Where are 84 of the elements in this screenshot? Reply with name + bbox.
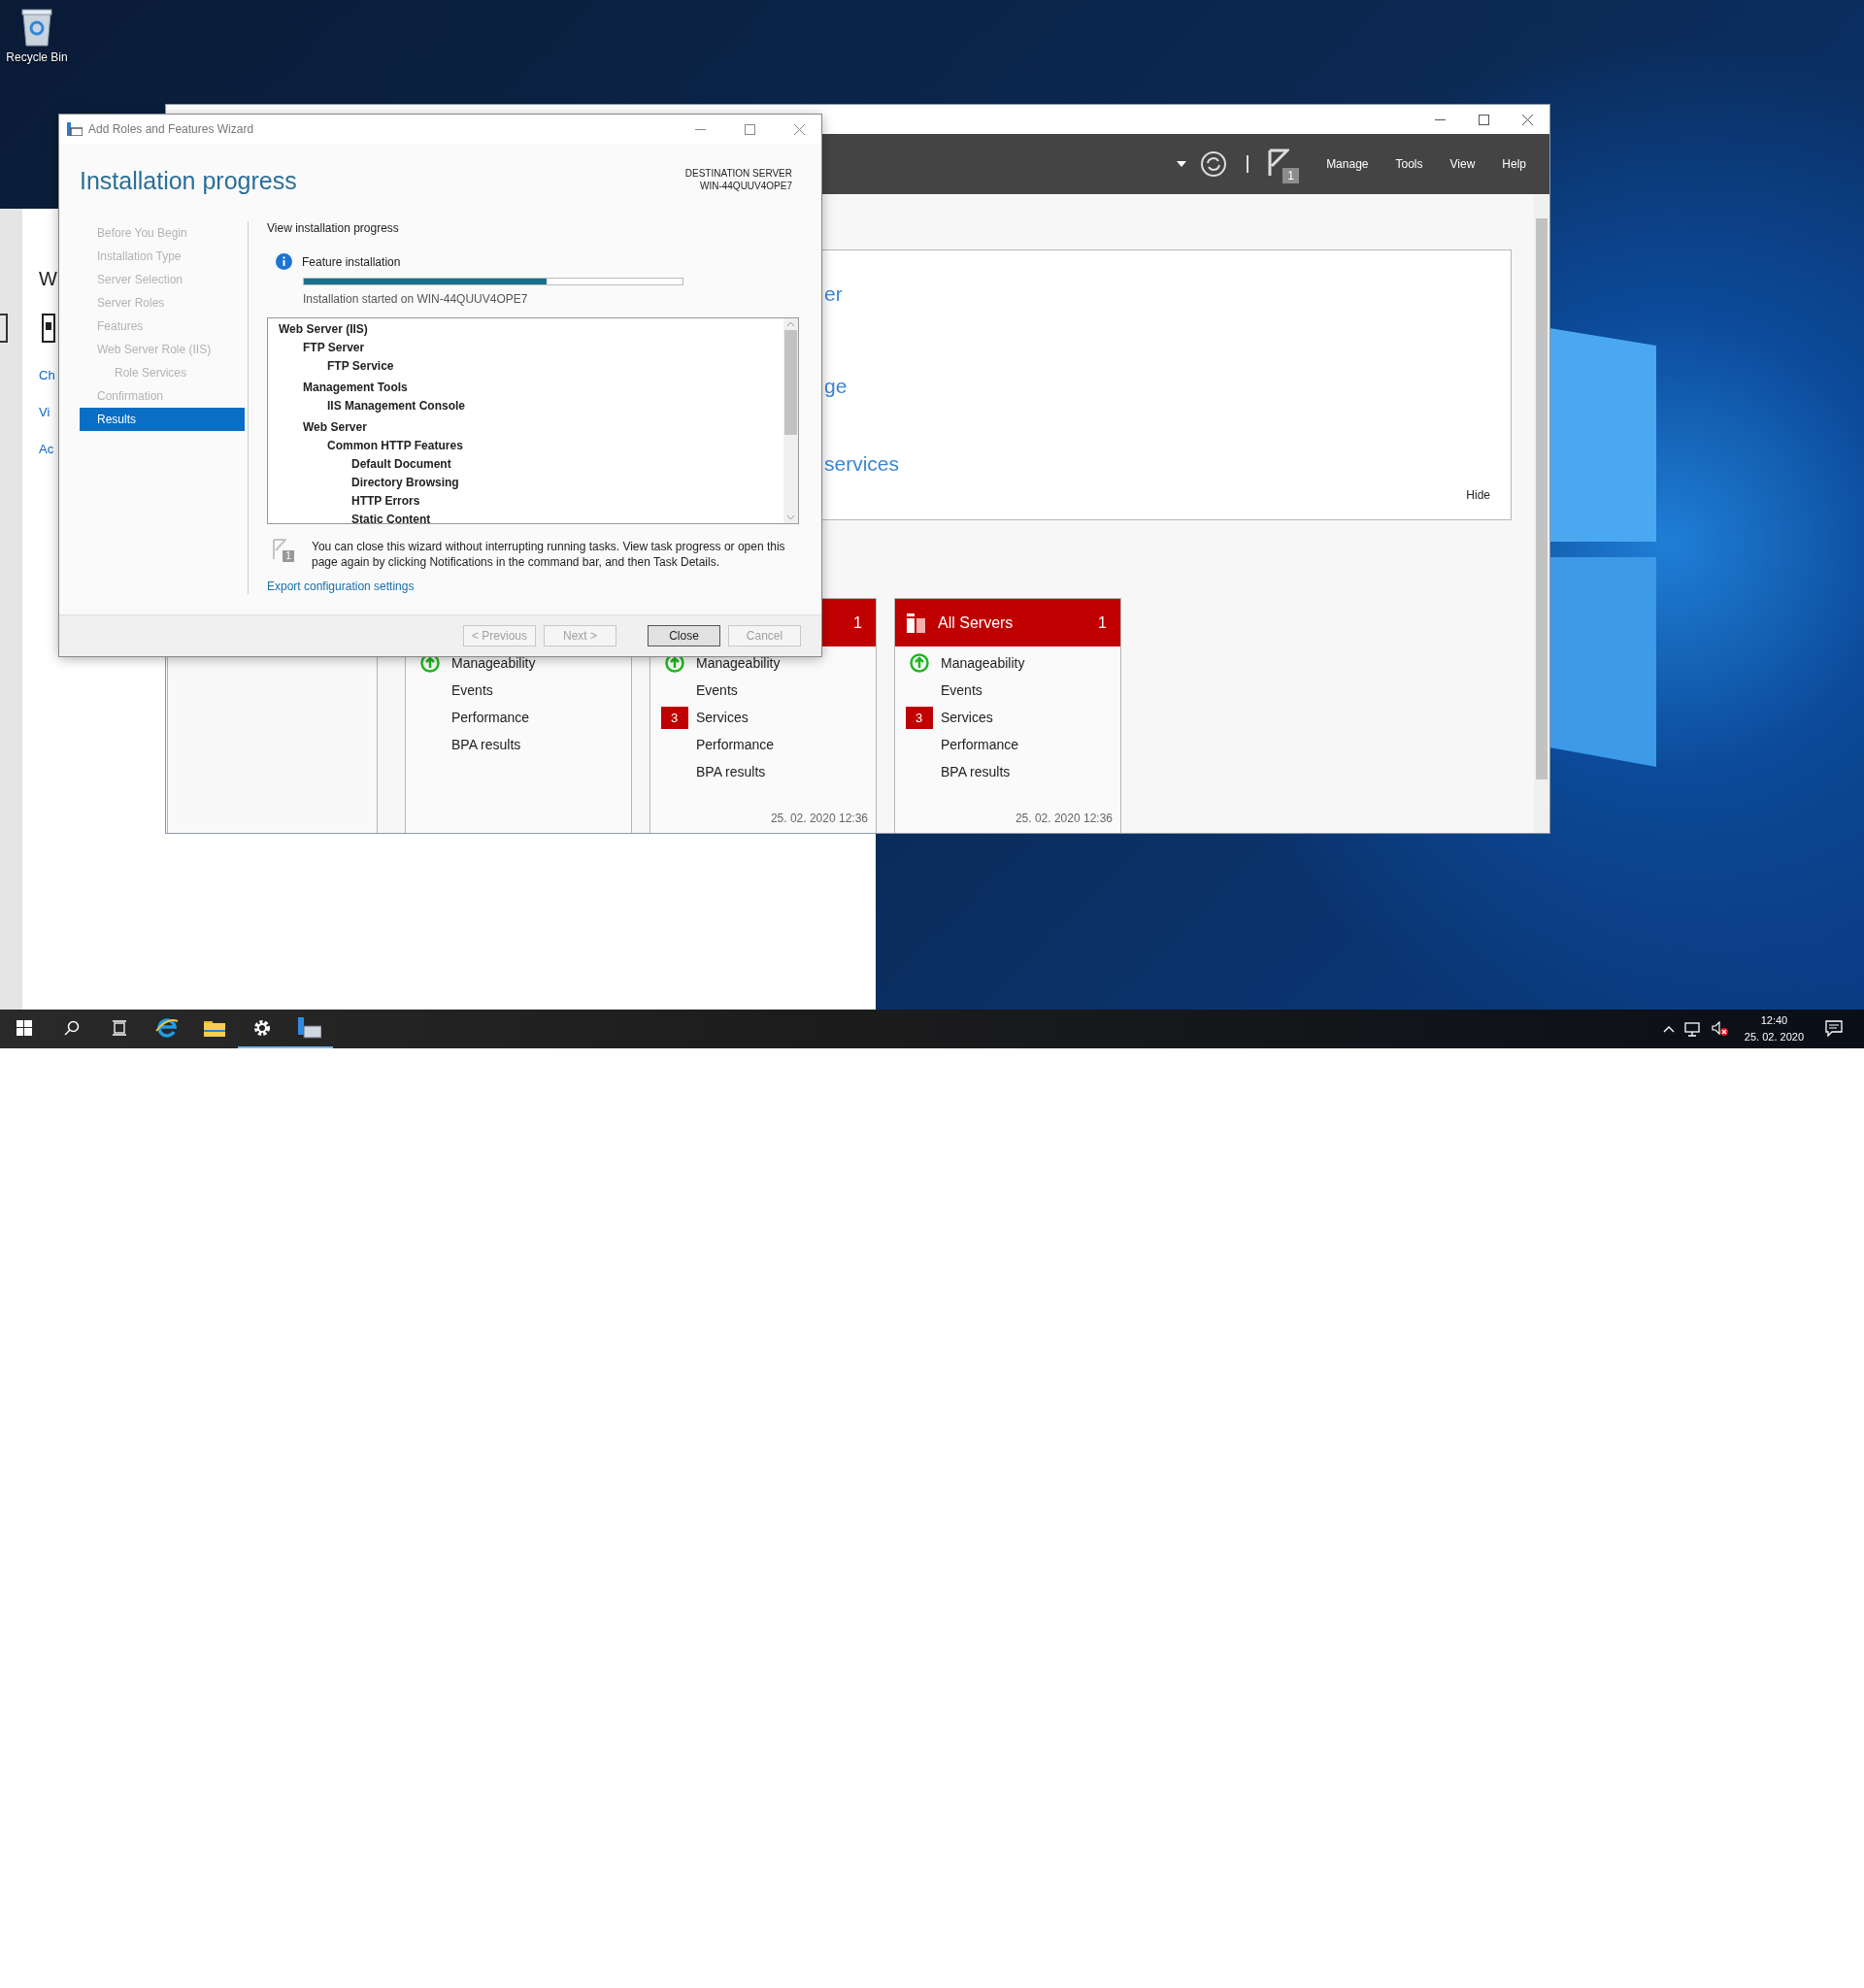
alert-count: 3 [660, 706, 688, 729]
feature-item: FTP Service [327, 358, 394, 375]
tile-header[interactable]: All Servers 1 [895, 599, 1120, 646]
menu-item[interactable]: Help [1502, 157, 1526, 171]
tile-item[interactable]: Manageability [941, 655, 1025, 671]
window-title: Add Roles and Features Wizard [88, 122, 255, 136]
export-link[interactable]: Export configuration settings [267, 580, 415, 593]
muted-speaker-icon[interactable] [1711, 1021, 1729, 1037]
server-manager-icon [297, 1017, 321, 1039]
close-icon[interactable] [1522, 114, 1533, 125]
clock[interactable]: 12:40 25. 02. 2020 [1744, 1012, 1804, 1045]
tile-item[interactable]: Performance [451, 710, 530, 725]
box-icon [0, 314, 8, 343]
welcome-link[interactable]: ge [824, 375, 848, 398]
welcome-heading: W [39, 267, 57, 291]
windows-icon [16, 1020, 32, 1036]
progress-label: Feature installation [302, 254, 401, 269]
tile-item[interactable]: Events [696, 682, 738, 698]
server-icon [42, 314, 55, 343]
timestamp: 25. 02. 2020 12:36 [1015, 812, 1113, 825]
feature-item: IIS Management Console [327, 398, 466, 414]
progress-note: Installation started on WIN-44QUUV4OPE7 [303, 292, 528, 306]
scrollbar[interactable] [1534, 194, 1549, 833]
settings-icon [251, 1018, 272, 1038]
feature-item: Default Document [351, 456, 451, 473]
menu-item[interactable]: View [1449, 157, 1476, 171]
feature-item: Web Server [303, 419, 367, 436]
minimize-icon[interactable] [1435, 118, 1446, 120]
welcome-link[interactable]: Ch [39, 368, 55, 382]
tile-item[interactable]: Performance [696, 737, 775, 752]
notifications-icon[interactable] [1825, 1020, 1845, 1038]
menu-item[interactable]: Tools [1395, 157, 1423, 171]
feature-item: Directory Browsing [351, 475, 459, 491]
tile-item[interactable]: BPA results [451, 737, 521, 752]
wizard-icon [67, 122, 83, 136]
wizard-button[interactable]: Close [648, 625, 720, 646]
hide-link[interactable]: Hide [1466, 488, 1490, 502]
timestamp: 25. 02. 2020 12:36 [770, 812, 868, 825]
tile-item[interactable]: Services [941, 710, 993, 725]
tile-item[interactable]: Events [451, 682, 493, 698]
tile-item[interactable]: BPA results [941, 764, 1011, 779]
welcome-link[interactable]: er [824, 282, 843, 306]
maximize-icon[interactable] [1479, 114, 1489, 125]
welcome-link[interactable]: Vi [39, 405, 50, 419]
tile-item[interactable]: Events [941, 682, 982, 698]
feature-item: Static Content [351, 512, 431, 523]
tile-count: 1 [853, 613, 862, 632]
servers-icon [907, 613, 926, 633]
folder-icon [203, 1019, 225, 1037]
refresh-icon[interactable] [1200, 150, 1228, 178]
welcome-link[interactable]: Ac [39, 442, 54, 456]
tile-item[interactable]: Services [696, 710, 749, 725]
feature-item: Common HTTP Features [327, 438, 463, 454]
tile-item[interactable]: Manageability [696, 655, 781, 671]
tile-item[interactable]: BPA results [696, 764, 766, 779]
tile-count: 1 [1098, 613, 1107, 632]
page-heading: Installation progress [80, 167, 297, 196]
chevron-up-icon[interactable] [1662, 1025, 1675, 1033]
task-view-icon [111, 1020, 127, 1036]
recycle-bin-icon[interactable] [20, 8, 53, 47]
minimize-icon[interactable] [695, 128, 706, 130]
menu-item[interactable]: Manage [1326, 157, 1369, 171]
tile-title: All Servers [938, 613, 1014, 632]
feature-item: FTP Server [303, 340, 365, 356]
close-icon[interactable] [794, 123, 805, 135]
browser-icon [154, 1016, 179, 1040]
network-icon[interactable] [1683, 1021, 1702, 1037]
tile-item[interactable]: Manageability [451, 655, 536, 671]
destination-label: DESTINATION SERVER [684, 167, 792, 180]
feature-item: HTTP Errors [351, 493, 420, 510]
maximize-icon[interactable] [745, 123, 755, 135]
feature-item: Web Server (IIS) [279, 321, 368, 338]
section-title: View installation progress [267, 220, 399, 236]
destination-server: WIN-44QUUV4OPE7 [699, 180, 792, 192]
search-icon [63, 1020, 80, 1036]
feature-item: Management Tools [303, 380, 408, 396]
info-icon [276, 253, 292, 270]
notice-text: You can close this wizard without interrupting running tasks. View task progress or open this page again by clicking Notifications in the command bar, and then Task Details. [312, 539, 786, 570]
tile-item[interactable]: Performance [941, 737, 1019, 752]
alert-count: 3 [905, 706, 933, 729]
welcome-link[interactable]: services [824, 452, 900, 476]
dropdown-caret-icon[interactable] [1177, 161, 1187, 167]
wizard-step[interactable]: Results [80, 408, 245, 431]
desktop-icon-label[interactable]: Recycle Bin [6, 50, 68, 64]
